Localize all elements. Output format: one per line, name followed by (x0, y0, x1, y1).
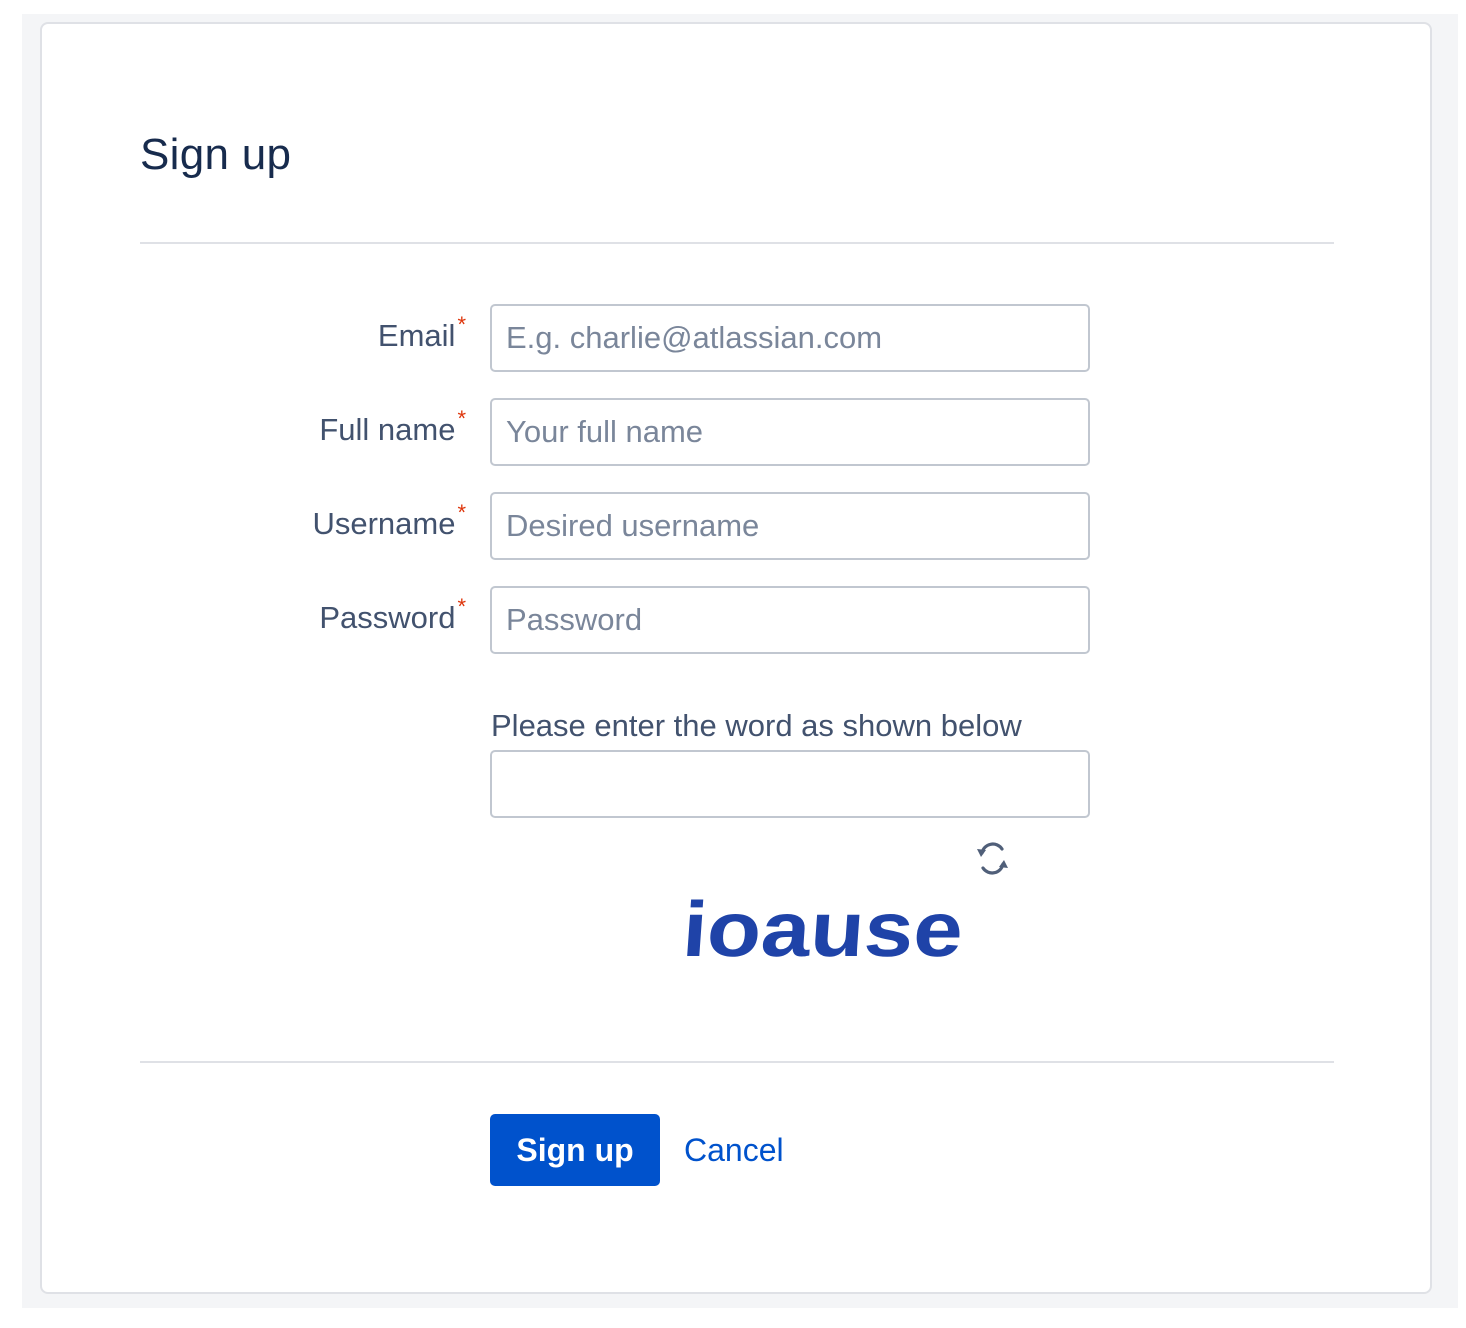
password-label: Password* (319, 594, 466, 636)
header-divider (140, 242, 1334, 244)
email-label-text: Email (377, 318, 456, 353)
sign-up-button[interactable]: Sign up (490, 1114, 660, 1186)
password-field[interactable] (490, 586, 1090, 654)
email-label: Email* (377, 312, 466, 354)
username-field[interactable] (490, 492, 1090, 560)
captcha-input[interactable] (490, 750, 1090, 818)
full-name-field[interactable] (490, 398, 1090, 466)
required-mark: * (457, 406, 466, 431)
page-title: Sign up (140, 130, 292, 179)
required-mark: * (457, 312, 466, 337)
captcha-image: ioause (682, 885, 966, 973)
username-label-text: Username (312, 506, 456, 541)
email-field[interactable] (490, 304, 1090, 372)
required-mark: * (457, 594, 466, 619)
password-label-text: Password (319, 600, 456, 635)
captcha-word: ioause (682, 885, 966, 973)
full-name-label: Full name* (319, 406, 466, 448)
full-name-label-text: Full name (319, 412, 456, 447)
captcha-label: Please enter the word as shown below (491, 708, 1022, 743)
required-mark: * (457, 500, 466, 525)
signup-card: Sign up Email* Full name* Username* Pass… (40, 22, 1432, 1294)
footer-divider (140, 1061, 1334, 1063)
cancel-link[interactable]: Cancel (684, 1132, 784, 1169)
username-label: Username* (312, 500, 466, 542)
